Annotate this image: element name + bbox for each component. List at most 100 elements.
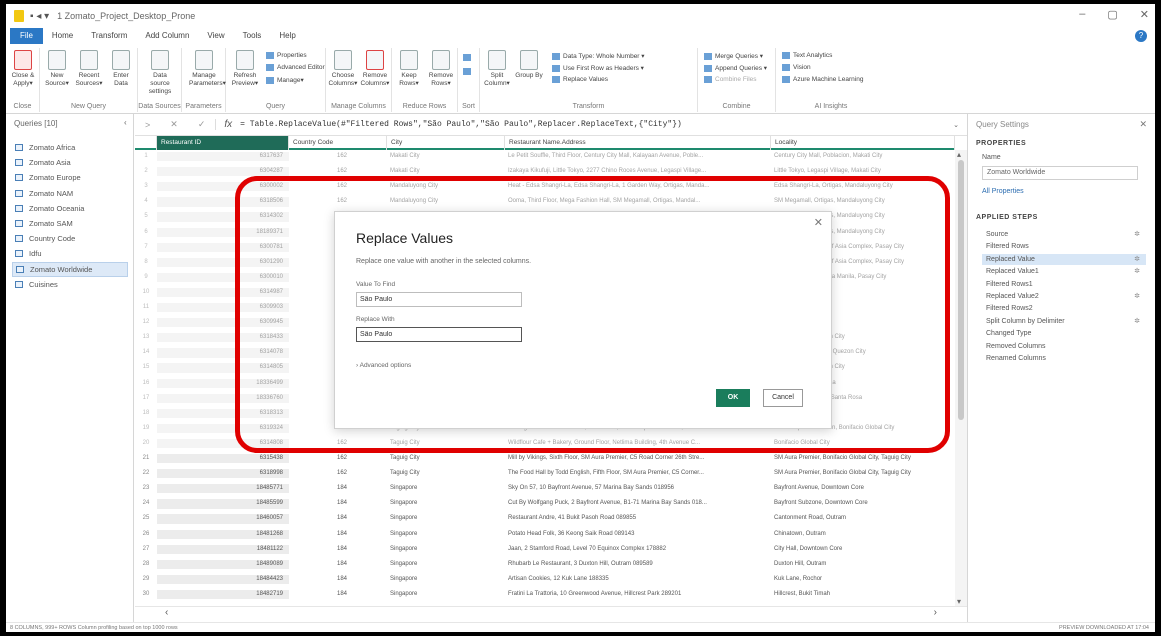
use-first-row-headers-button[interactable]: Use First Row as Headers ▾ bbox=[552, 64, 644, 72]
group-by-button[interactable]: Group By bbox=[514, 50, 544, 80]
table-cell[interactable]: 18481268 bbox=[157, 529, 289, 539]
table-cell[interactable]: 184 bbox=[289, 575, 387, 584]
table-cell[interactable]: 18484423 bbox=[157, 574, 289, 585]
table-cell[interactable]: Bayfront Subzone, Downtown Core bbox=[771, 499, 955, 508]
query-item[interactable]: Cuisines bbox=[12, 277, 128, 292]
minimize-button[interactable]: – bbox=[1079, 8, 1085, 21]
table-cell[interactable]: Singapore bbox=[387, 575, 505, 584]
query-item[interactable]: Country Code bbox=[12, 231, 128, 246]
table-cell[interactable]: 184 bbox=[289, 545, 387, 554]
table-row[interactable]: 23 18485771 184 Singapore Sky On 57, 10 Bayf… bbox=[135, 484, 955, 494]
value-to-find-input[interactable] bbox=[356, 292, 522, 307]
gear-icon[interactable]: ✲ bbox=[1134, 266, 1140, 277]
query-item[interactable]: Zomato Europe bbox=[12, 170, 128, 185]
column-header[interactable]: Restaurant Name.Address bbox=[505, 136, 771, 150]
table-cell[interactable]: SM Aura Premier, Bonifacio Global City, … bbox=[771, 454, 955, 463]
horizontal-scrollbar[interactable]: ‹ › bbox=[135, 606, 967, 620]
query-item[interactable]: Zomato Asia bbox=[12, 155, 128, 170]
column-header[interactable]: Locality bbox=[771, 136, 955, 150]
scrollbar-thumb[interactable] bbox=[958, 160, 964, 420]
table-cell[interactable]: Sky On 57, 10 Bayfront Avenue, 57 Marina… bbox=[505, 484, 771, 493]
vision-button[interactable]: Vision bbox=[782, 64, 811, 71]
refresh-preview-button[interactable]: Refresh Preview▾ bbox=[230, 50, 260, 88]
scroll-down-icon[interactable]: ▾ bbox=[957, 597, 961, 606]
table-cell[interactable]: Singapore bbox=[387, 545, 505, 554]
table-row[interactable]: 22 6318998 162 Taguig City The Food Hall by … bbox=[135, 469, 955, 479]
applied-step[interactable]: Replaced Value ✲ bbox=[982, 253, 1146, 265]
help-icon[interactable]: ? bbox=[1135, 30, 1147, 42]
table-cell[interactable]: Taguig City bbox=[387, 469, 505, 478]
table-cell[interactable]: Bayfront Avenue, Downtown Core bbox=[771, 484, 955, 493]
table-cell[interactable]: Rhubarb Le Restaurant, 3 Duxton Hill, Ou… bbox=[505, 560, 771, 569]
table-cell[interactable]: 18481122 bbox=[157, 544, 289, 554]
query-item[interactable]: Idfu bbox=[12, 246, 128, 261]
query-item[interactable]: Zomato NAM bbox=[12, 186, 128, 201]
new-source-button[interactable]: New Source▾ bbox=[42, 50, 72, 88]
dialog-close-button[interactable]: ✕ bbox=[814, 216, 823, 229]
ok-button[interactable]: OK bbox=[716, 389, 750, 407]
close-window-button[interactable]: ✕ bbox=[1140, 8, 1149, 21]
table-cell[interactable]: City Hall, Downtown Core bbox=[771, 545, 955, 554]
applied-step[interactable]: Removed Columns bbox=[982, 341, 1146, 352]
remove-columns-button[interactable]: Remove Columns▾ bbox=[360, 50, 390, 88]
select-all-cell[interactable] bbox=[135, 136, 157, 150]
applied-step[interactable]: Filtered Rows bbox=[982, 241, 1146, 252]
advanced-options-toggle[interactable]: › Advanced options bbox=[356, 362, 411, 369]
data-source-settings-button[interactable]: Data source settings bbox=[145, 50, 175, 96]
query-name-input[interactable]: Zomato Worldwide bbox=[982, 166, 1138, 180]
query-item[interactable]: Zomato Worldwide bbox=[12, 261, 128, 277]
sort-descending-button[interactable] bbox=[463, 68, 474, 75]
table-cell[interactable]: 162 bbox=[289, 469, 387, 478]
tab-add-column[interactable]: Add Column bbox=[136, 28, 198, 44]
table-row[interactable]: 24 18485599 184 Singapore Cut By Wolfgang Pu… bbox=[135, 499, 955, 509]
scroll-up-icon[interactable]: ▴ bbox=[957, 150, 961, 159]
enter-data-button[interactable]: Enter Data bbox=[106, 50, 136, 88]
all-properties-link[interactable]: All Properties bbox=[982, 188, 1024, 195]
table-cell[interactable]: Cut By Wolfgang Puck, 2 Bayfront Avenue,… bbox=[505, 499, 771, 508]
tab-file[interactable]: File bbox=[10, 28, 43, 44]
text-analytics-button[interactable]: Text Analytics bbox=[782, 52, 832, 59]
table-row[interactable]: 30 18482719 184 Singapore Fratini La Trattor… bbox=[135, 589, 955, 600]
column-header[interactable]: City bbox=[387, 136, 505, 150]
tab-help[interactable]: Help bbox=[270, 28, 304, 44]
tab-transform[interactable]: Transform bbox=[82, 28, 136, 44]
applied-steps-section[interactable]: APPLIED STEPS bbox=[976, 214, 1038, 221]
tab-view[interactable]: View bbox=[198, 28, 233, 44]
remove-rows-button[interactable]: Remove Rows▾ bbox=[426, 50, 456, 88]
keep-rows-button[interactable]: Keep Rows▾ bbox=[394, 50, 424, 88]
maximize-button[interactable]: ▢ bbox=[1107, 8, 1117, 21]
combine-files-button[interactable]: Combine Files bbox=[704, 76, 757, 83]
data-type-dropdown[interactable]: Data Type: Whole Number ▾ bbox=[552, 52, 645, 60]
query-item[interactable]: Zomato Africa bbox=[12, 140, 128, 155]
table-cell[interactable]: Chinatown, Outram bbox=[771, 530, 955, 539]
query-item[interactable]: Zomato Oceania bbox=[12, 201, 128, 216]
table-cell[interactable]: SM Aura Premier, Bonifacio Global City, … bbox=[771, 469, 955, 478]
close-apply-button[interactable]: Close & Apply▾ bbox=[8, 50, 38, 88]
gear-icon[interactable]: ✲ bbox=[1134, 291, 1140, 302]
table-cell[interactable]: Singapore bbox=[387, 590, 505, 599]
append-queries-button[interactable]: Append Queries ▾ bbox=[704, 64, 767, 72]
scroll-left-icon[interactable]: ‹ bbox=[165, 607, 168, 618]
cancel-button[interactable]: Cancel bbox=[763, 389, 803, 407]
applied-step[interactable]: Changed Type bbox=[982, 328, 1146, 339]
table-cell[interactable]: 184 bbox=[289, 484, 387, 493]
table-row[interactable]: 29 18484423 184 Singapore Artisan Cookies, 1… bbox=[135, 574, 955, 585]
applied-step[interactable]: Split Column by Delimiter ✲ bbox=[982, 316, 1146, 327]
applied-step[interactable]: Filtered Rows2 bbox=[982, 303, 1146, 314]
manage-button[interactable]: Manage▾ bbox=[266, 76, 304, 84]
table-cell[interactable]: 184 bbox=[289, 560, 387, 569]
split-column-button[interactable]: Split Column▾ bbox=[482, 50, 512, 88]
table-cell[interactable]: Taguig City bbox=[387, 454, 505, 463]
replace-with-input[interactable] bbox=[356, 327, 522, 342]
tab-tools[interactable]: Tools bbox=[234, 28, 271, 44]
table-cell[interactable]: 6318998 bbox=[157, 469, 289, 479]
table-cell[interactable]: Artisan Cookies, 12 Kuk Lane 188335 bbox=[505, 575, 771, 584]
table-cell[interactable]: 162 bbox=[289, 454, 387, 463]
manage-parameters-button[interactable]: Manage Parameters▾ bbox=[189, 50, 226, 88]
recent-sources-button[interactable]: Recent Sources▾ bbox=[74, 50, 104, 88]
table-cell[interactable]: Cantonment Road, Outram bbox=[771, 514, 955, 523]
table-row[interactable]: 28 18489089 184 Singapore Rhubarb Le Restaur… bbox=[135, 559, 955, 569]
close-settings-icon[interactable]: ✕ bbox=[1139, 119, 1147, 130]
choose-columns-button[interactable]: Choose Columns▾ bbox=[328, 50, 358, 88]
table-cell[interactable]: 184 bbox=[289, 590, 387, 599]
